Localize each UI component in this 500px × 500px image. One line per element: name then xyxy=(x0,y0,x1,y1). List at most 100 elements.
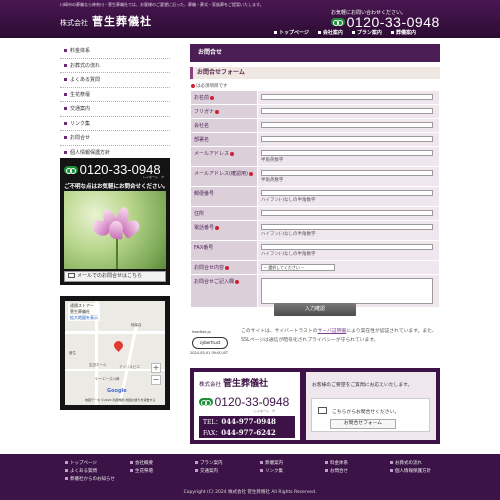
map-label: アイリスピエ xyxy=(119,365,140,369)
map-pin-icon[interactable] xyxy=(112,339,125,352)
sidebar-item-label: リンク集 xyxy=(70,120,91,127)
field-label-text: 電話番号 xyxy=(194,225,215,231)
map-zoom-out-button[interactable]: − xyxy=(151,375,161,385)
field-label: 郵便番号 xyxy=(190,186,258,207)
required-mark-icon xyxy=(210,95,215,100)
required-mark-icon xyxy=(248,171,253,176)
square-bullet-icon xyxy=(64,121,67,125)
map-enlarge-link[interactable]: 拡大地図を表示 xyxy=(70,315,98,321)
gnav-item-funeral[interactable]: 葬儀案内 xyxy=(390,29,416,36)
map-label: 稲葉自 xyxy=(131,323,142,327)
required-mark-icon xyxy=(215,225,220,230)
form-section-title: お問合せフォーム xyxy=(190,67,440,79)
text-input[interactable] xyxy=(260,210,433,216)
text-input[interactable] xyxy=(260,244,433,250)
confirm-button[interactable]: 入力確認 xyxy=(274,303,356,316)
form-row: お名前 xyxy=(190,90,441,105)
text-input[interactable] xyxy=(260,224,433,230)
footer-nav-item[interactable]: 生花祭壇 xyxy=(130,468,195,474)
sidebar-item-label: お葬式の流れ xyxy=(70,62,101,69)
form-row: 郵便番号 ハイフン(-)なしの半角数字 xyxy=(190,186,441,207)
footer-nav-item[interactable]: よくある質問 xyxy=(65,468,130,474)
footer-nav-label: 生花祭壇 xyxy=(135,469,153,474)
sidebar-item-flow[interactable]: お葬式の流れ xyxy=(60,59,170,73)
square-bullet-icon xyxy=(390,31,394,34)
banner-tel-fax: TEL：044-977-0948 FAX：044-977-6242 xyxy=(199,416,295,438)
footer-nav-item[interactable]: トップページ xyxy=(65,460,130,466)
header-phone-number: 0120-33-0948 xyxy=(346,14,440,30)
sidebar-item-faq[interactable]: よくある質問 xyxy=(60,73,170,88)
required-note-text: は必須項目です xyxy=(196,84,228,89)
mail-contact-button[interactable]: メールでのお問合せはこちら xyxy=(64,271,166,282)
banner-phone[interactable]: 0120-33-0948 xyxy=(199,395,289,409)
sidebar-item-flower-altar[interactable]: 生花祭壇 xyxy=(60,88,170,102)
footer-nav-item[interactable]: 料金体系 xyxy=(325,460,390,466)
required-mark-icon xyxy=(215,109,220,114)
text-input[interactable] xyxy=(260,136,433,142)
text-input[interactable] xyxy=(260,190,433,196)
ssl-seal[interactable]: heartbiz.jp cybertrust 2024-05-01 09:00 … xyxy=(190,330,232,356)
footer-nav-item[interactable]: お葬式の流れ xyxy=(390,460,455,466)
footer-nav-item[interactable]: 会社概要 xyxy=(130,460,195,466)
banner-mail-box: こちらからお問合せください。 お問合せフォーム xyxy=(311,398,430,432)
text-input[interactable] xyxy=(260,94,433,100)
sidebar-item-pricing[interactable]: 料金体系 xyxy=(60,44,170,59)
text-input[interactable] xyxy=(260,150,433,156)
field-note: 半角英数字 xyxy=(260,158,284,163)
sidebar-item-label: よくある質問 xyxy=(70,77,101,83)
envelope-icon xyxy=(318,407,327,414)
footer-nav-item[interactable]: 葬儀案内 xyxy=(260,460,325,466)
gnav-label: プラン案内 xyxy=(356,30,382,36)
required-mark-icon xyxy=(225,265,230,270)
footer-nav-item[interactable]: 葬儀社からのお知らせ xyxy=(65,476,130,482)
text-input[interactable] xyxy=(260,108,433,114)
header-tagline: 川崎市の葬儀なら神奈川・菅生葬儀社では、お客様のご要望に沿った、葬儀・葬式・家族… xyxy=(60,2,264,7)
form-row: 電話番号 ハイフン(-)なしの半角数字 xyxy=(190,220,441,241)
footer-nav-label: 葬儀社からのお知らせ xyxy=(70,477,115,482)
form-row: 会社名 xyxy=(190,118,441,133)
text-input[interactable] xyxy=(260,122,433,128)
inquiry-type-select[interactable]: -- 選択してください -- xyxy=(260,264,335,271)
field-label: メールアドレス(確認用) xyxy=(190,166,258,187)
site-logo[interactable]: 株式会社 菅生葬儀社 xyxy=(60,13,152,29)
field-note: ハイフン(-)なしの半角数字 xyxy=(260,252,316,257)
footer-nav-item[interactable]: 交通案内 xyxy=(195,468,260,474)
google-map[interactable]: 遠隔ストアー 菅生葬儀社 拡大地図を表示 稲葉自 菅生 生田ホール アイリスピエ… xyxy=(65,301,165,405)
sidebar-item-access[interactable]: 交通案内 xyxy=(60,102,170,117)
field-cell: 半角英数字 xyxy=(256,166,441,187)
sidebar-item-links[interactable]: リンク集 xyxy=(60,117,170,131)
field-cell xyxy=(256,104,441,119)
sidebar-item-label: 料金体系 xyxy=(70,48,91,54)
sidebar-item-contact[interactable]: お問合せ xyxy=(60,131,170,146)
required-note: は必須項目です xyxy=(190,83,228,89)
footer-nav-item[interactable]: 個人情報保護方針 xyxy=(390,468,455,474)
required-mark-icon xyxy=(230,151,235,156)
sidebar-contact-lead: ご不明な点はお気軽にお問合せください。 xyxy=(64,184,169,190)
footer-nav-item[interactable]: プラン案内 xyxy=(195,460,260,466)
footer-nav-item[interactable]: リンク集 xyxy=(260,468,325,474)
banner-company-type: 株式会社 xyxy=(199,382,222,388)
server-certificate-link[interactable]: サーバ証明書 xyxy=(318,329,347,334)
field-label: メールアドレス xyxy=(190,146,258,167)
gnav-item-company[interactable]: 会社案内 xyxy=(317,29,343,36)
message-textarea[interactable] xyxy=(260,278,433,304)
map-footer-links[interactable]: 地図データ ©2024 利用規約 地図の誤りを報告する xyxy=(85,398,156,402)
text-input[interactable] xyxy=(260,170,433,176)
freedial-icon xyxy=(199,398,213,406)
footer-nav-item[interactable]: お問合せ xyxy=(325,468,390,474)
sidebar-item-label: 個人情報保護方針 xyxy=(70,149,111,156)
map-zoom-in-button[interactable]: + xyxy=(151,363,161,373)
field-label-text: メールアドレス xyxy=(194,151,230,157)
required-mark-icon xyxy=(191,83,195,88)
gnav-item-top[interactable]: トップページ xyxy=(274,29,309,36)
required-mark-icon xyxy=(235,279,240,284)
tel-number: 044-977-0948 xyxy=(221,417,276,426)
field-cell xyxy=(256,206,441,221)
contact-form-button[interactable]: お問合せフォーム xyxy=(330,419,396,429)
gnav-item-plan[interactable]: プラン案内 xyxy=(351,29,382,36)
banner-tel[interactable]: TEL：044-977-0948 xyxy=(203,417,291,428)
map-info-card: 遠隔ストアー 菅生葬儀社 拡大地図を表示 xyxy=(68,303,100,321)
header-phone[interactable]: 0120-33-0948 xyxy=(331,14,440,30)
field-label: 会社名 xyxy=(190,118,258,133)
field-label-text: フリガナ xyxy=(194,109,215,115)
